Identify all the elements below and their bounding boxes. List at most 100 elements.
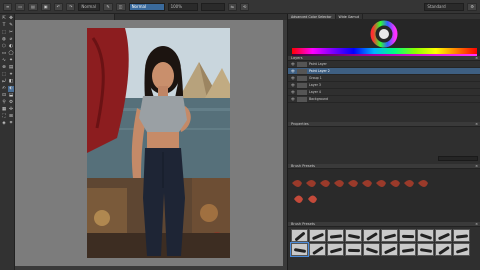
tool-button[interactable]: ◈ <box>1 121 7 127</box>
tool-button[interactable]: ▭ <box>1 51 7 57</box>
tool-button[interactable]: ⬡ <box>1 44 7 50</box>
undo-icon[interactable]: ↶ <box>53 2 64 11</box>
brush-preset-tile[interactable] <box>363 229 380 242</box>
tool-button[interactable]: ◍ <box>1 37 7 43</box>
tool-button[interactable]: ⊡ <box>1 93 7 99</box>
layer-thumbnail <box>297 68 307 74</box>
brush-grid <box>288 227 480 258</box>
tool-button[interactable]: ✂ <box>8 30 14 36</box>
tool-button[interactable]: ✦ <box>8 58 14 64</box>
brush-preset-tile[interactable] <box>345 243 362 256</box>
tool-button[interactable]: ⬚ <box>1 30 7 36</box>
layers-panel: Layers × 👁 Paint Layer 👁 Paint Layer 2 👁 Grou… <box>288 56 480 122</box>
brush-preset-tile[interactable] <box>363 243 380 256</box>
close-icon[interactable]: × <box>475 122 478 126</box>
tool-button[interactable]: ⬓ <box>8 93 14 99</box>
tool-button[interactable]: ⇱ <box>1 16 7 22</box>
tool-button[interactable]: ✣ <box>8 107 14 113</box>
color-wheel-icon[interactable] <box>288 19 480 49</box>
new-file-icon[interactable]: ▭ <box>15 2 26 11</box>
brush-stroke-icon <box>347 248 361 253</box>
layer-list: 👁 Paint Layer 👁 Paint Layer 2 👁 Group 1 👁 Layer… <box>288 61 480 103</box>
tool-button[interactable]: ⚲ <box>1 100 7 106</box>
open-file-icon[interactable]: ▤ <box>28 2 38 11</box>
tool-button[interactable]: ⌀ <box>8 37 14 43</box>
canvas-area[interactable] <box>15 20 287 270</box>
properties-value-field[interactable] <box>438 156 478 161</box>
brush-stroke-icon <box>401 234 415 239</box>
visibility-eye-icon[interactable]: 👁 <box>291 62 295 66</box>
visibility-eye-icon[interactable]: 👁 <box>291 83 295 87</box>
tool-button[interactable]: ▦ <box>1 107 7 113</box>
tool-button[interactable]: ⛶ <box>1 114 7 120</box>
close-icon[interactable]: × <box>475 56 478 60</box>
close-icon[interactable]: × <box>475 222 478 226</box>
tool-button[interactable]: ⤾ <box>1 79 7 85</box>
layer-row[interactable]: 👁 Background <box>288 96 480 103</box>
brush-preset-tile[interactable] <box>291 229 308 242</box>
layer-row[interactable]: 👁 Paint Layer 2 <box>288 68 480 75</box>
brush-preset-tile[interactable] <box>327 243 344 256</box>
visibility-eye-icon[interactable]: 👁 <box>291 69 295 73</box>
size-field[interactable] <box>200 2 225 11</box>
mode-select[interactable]: Standard <box>424 2 465 11</box>
tool-options-bar: ≡ ▭ ▤ ▣ ↶ ↷ Normal ✎ ◫ Normal 100% ⇋ ⟲ S… <box>0 0 480 14</box>
layer-row[interactable]: 👁 Layer 4 <box>288 89 480 96</box>
tool-button[interactable]: ⊞ <box>8 114 14 120</box>
layer-row[interactable]: 👁 Paint Layer <box>288 61 480 68</box>
tool-button[interactable]: ▤ <box>8 65 14 71</box>
tool-button[interactable]: ⬖ <box>8 86 14 92</box>
brush-preset-tile[interactable] <box>327 229 344 242</box>
brush-preset-tile[interactable] <box>435 243 452 256</box>
save-icon[interactable]: ▣ <box>40 2 51 11</box>
tool-button[interactable]: ⊕ <box>1 65 7 71</box>
layer-row[interactable]: 👁 Layer 3 <box>288 82 480 89</box>
brush-preset-tile[interactable] <box>417 243 434 256</box>
tool-button[interactable]: ✥ <box>8 16 14 22</box>
tool-button[interactable]: ✎ <box>8 23 14 29</box>
properties-panel: Properties × <box>288 122 480 164</box>
visibility-eye-icon[interactable]: 👁 <box>291 97 295 101</box>
brush-preset-tile[interactable] <box>309 243 326 256</box>
redo-icon[interactable]: ↷ <box>66 2 76 11</box>
mirror-icon[interactable]: ⇋ <box>227 2 237 11</box>
brush-preset-tile[interactable] <box>345 229 362 242</box>
canvas-image[interactable] <box>87 28 230 258</box>
horizontal-scrollbar[interactable] <box>15 266 287 270</box>
layer-row[interactable]: 👁 Group 1 <box>288 75 480 82</box>
preset-field[interactable]: Normal <box>78 2 101 11</box>
brush-stroke-icon <box>366 232 378 241</box>
brush-preset-tile[interactable] <box>381 243 398 256</box>
brush-preset-tile[interactable] <box>453 229 470 242</box>
tool-button[interactable]: ◐ <box>8 44 14 50</box>
blend-mode-select[interactable]: Normal <box>128 2 165 11</box>
tool-button[interactable]: T <box>1 23 7 29</box>
tool-button[interactable]: ⬚ <box>1 72 7 78</box>
tool-button[interactable]: ⚙ <box>8 100 14 106</box>
brush-preset-tile[interactable] <box>435 229 452 242</box>
brush-preset-tile[interactable] <box>453 243 470 256</box>
opacity-field[interactable]: 100% <box>167 2 198 11</box>
settings-icon[interactable]: ⚙ <box>467 2 477 11</box>
color-selector[interactable] <box>288 19 480 59</box>
close-icon[interactable]: × <box>475 164 478 168</box>
visibility-eye-icon[interactable]: 👁 <box>291 90 295 94</box>
visibility-eye-icon[interactable]: 👁 <box>291 76 295 80</box>
tool-button[interactable]: ⌗ <box>8 121 14 127</box>
wrap-icon[interactable]: ⟲ <box>239 2 250 11</box>
tool-button[interactable]: ◯ <box>8 51 14 57</box>
brush-preset-tile[interactable] <box>399 243 416 256</box>
tool-button[interactable]: ✍ <box>1 86 7 92</box>
brush-icon[interactable]: ✎ <box>103 2 113 11</box>
brush-preset-tile[interactable] <box>399 229 416 242</box>
menu-icon[interactable]: ≡ <box>3 2 13 11</box>
brush-preset-tile[interactable] <box>290 242 309 257</box>
brush-stroke-preview[interactable] <box>288 169 480 209</box>
brush-preset-tile[interactable] <box>309 229 326 242</box>
brush-preset-tile[interactable] <box>381 229 398 242</box>
tool-button[interactable]: ∿ <box>1 58 7 64</box>
tool-button[interactable]: ◧ <box>8 79 14 85</box>
tool-button[interactable]: ⌖ <box>8 72 14 78</box>
eraser-icon[interactable]: ◫ <box>115 2 126 11</box>
brush-preset-tile[interactable] <box>417 229 434 242</box>
